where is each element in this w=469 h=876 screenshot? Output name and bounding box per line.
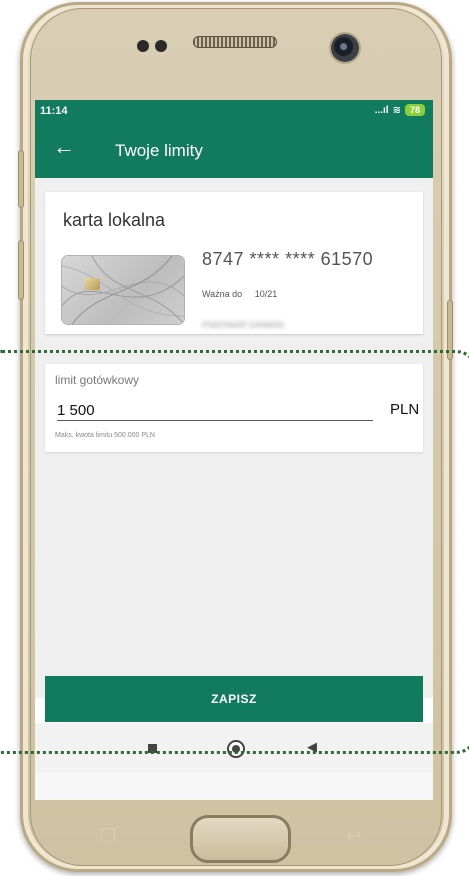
battery-icon: 78 <box>404 104 425 116</box>
volume-down-button <box>18 240 24 300</box>
limit-amount-input[interactable] <box>57 400 373 421</box>
valid-value: 10/21 <box>254 289 278 299</box>
system-nav-bar: ◀ <box>35 723 433 773</box>
square-icon[interactable] <box>148 744 157 753</box>
status-bar: 11:14 ...ıl ≋ 78 <box>35 100 433 122</box>
arrow-left-icon[interactable]: ← <box>53 136 75 158</box>
limit-panel: limit gotówkowy PLN Maks. kwota limitu 5… <box>45 364 423 452</box>
front-camera <box>331 34 359 62</box>
card-number: 8747 **** **** 61570 <box>202 249 374 269</box>
chip-icon <box>84 278 100 290</box>
screen-bottom <box>35 773 433 800</box>
card-validity: Ważna do 10/21 <box>202 289 277 299</box>
limit-hint: Maks. kwota limitu 500 000 PLN <box>55 432 155 439</box>
sensor-dot <box>155 40 167 52</box>
card-name: karta lokalna <box>63 210 166 230</box>
speaker-grill <box>193 36 277 48</box>
sensor-dot <box>137 40 149 52</box>
recents-key-icon: ❐ <box>100 826 117 846</box>
back-key-icon: ↩ <box>346 826 362 846</box>
power-button <box>447 300 453 360</box>
wifi-icon: ≋ <box>392 104 401 116</box>
page-title: Twoje limity <box>115 141 203 160</box>
card-owner: PIWOWAR DAMIAN <box>202 320 285 330</box>
limit-label: limit gotówkowy <box>55 373 140 387</box>
card-pattern <box>62 256 184 324</box>
app-bar: ← Twoje limity <box>35 122 433 178</box>
save-button[interactable]: ZAPISZ <box>45 676 423 722</box>
status-time: 11:14 <box>40 105 68 117</box>
circle-icon[interactable] <box>227 740 245 758</box>
volume-up-button <box>18 150 24 208</box>
currency-label: PLN <box>390 401 420 418</box>
status-icons: ...ıl ≋ 78 <box>375 104 425 116</box>
valid-label: Ważna do <box>202 289 243 299</box>
home-key <box>190 815 291 863</box>
signal-icon: ...ıl <box>374 104 389 116</box>
phone-screen: 11:14 ...ıl ≋ 78 ← Twoje limity karta lo… <box>35 100 433 800</box>
content-area: karta lokalna 8747 **** **** 61570 Ważna… <box>35 178 433 722</box>
triangle-icon[interactable]: ◀ <box>307 739 317 755</box>
card-panel: karta lokalna 8747 **** **** 61570 Ważna… <box>45 192 423 334</box>
card-image <box>62 256 184 324</box>
